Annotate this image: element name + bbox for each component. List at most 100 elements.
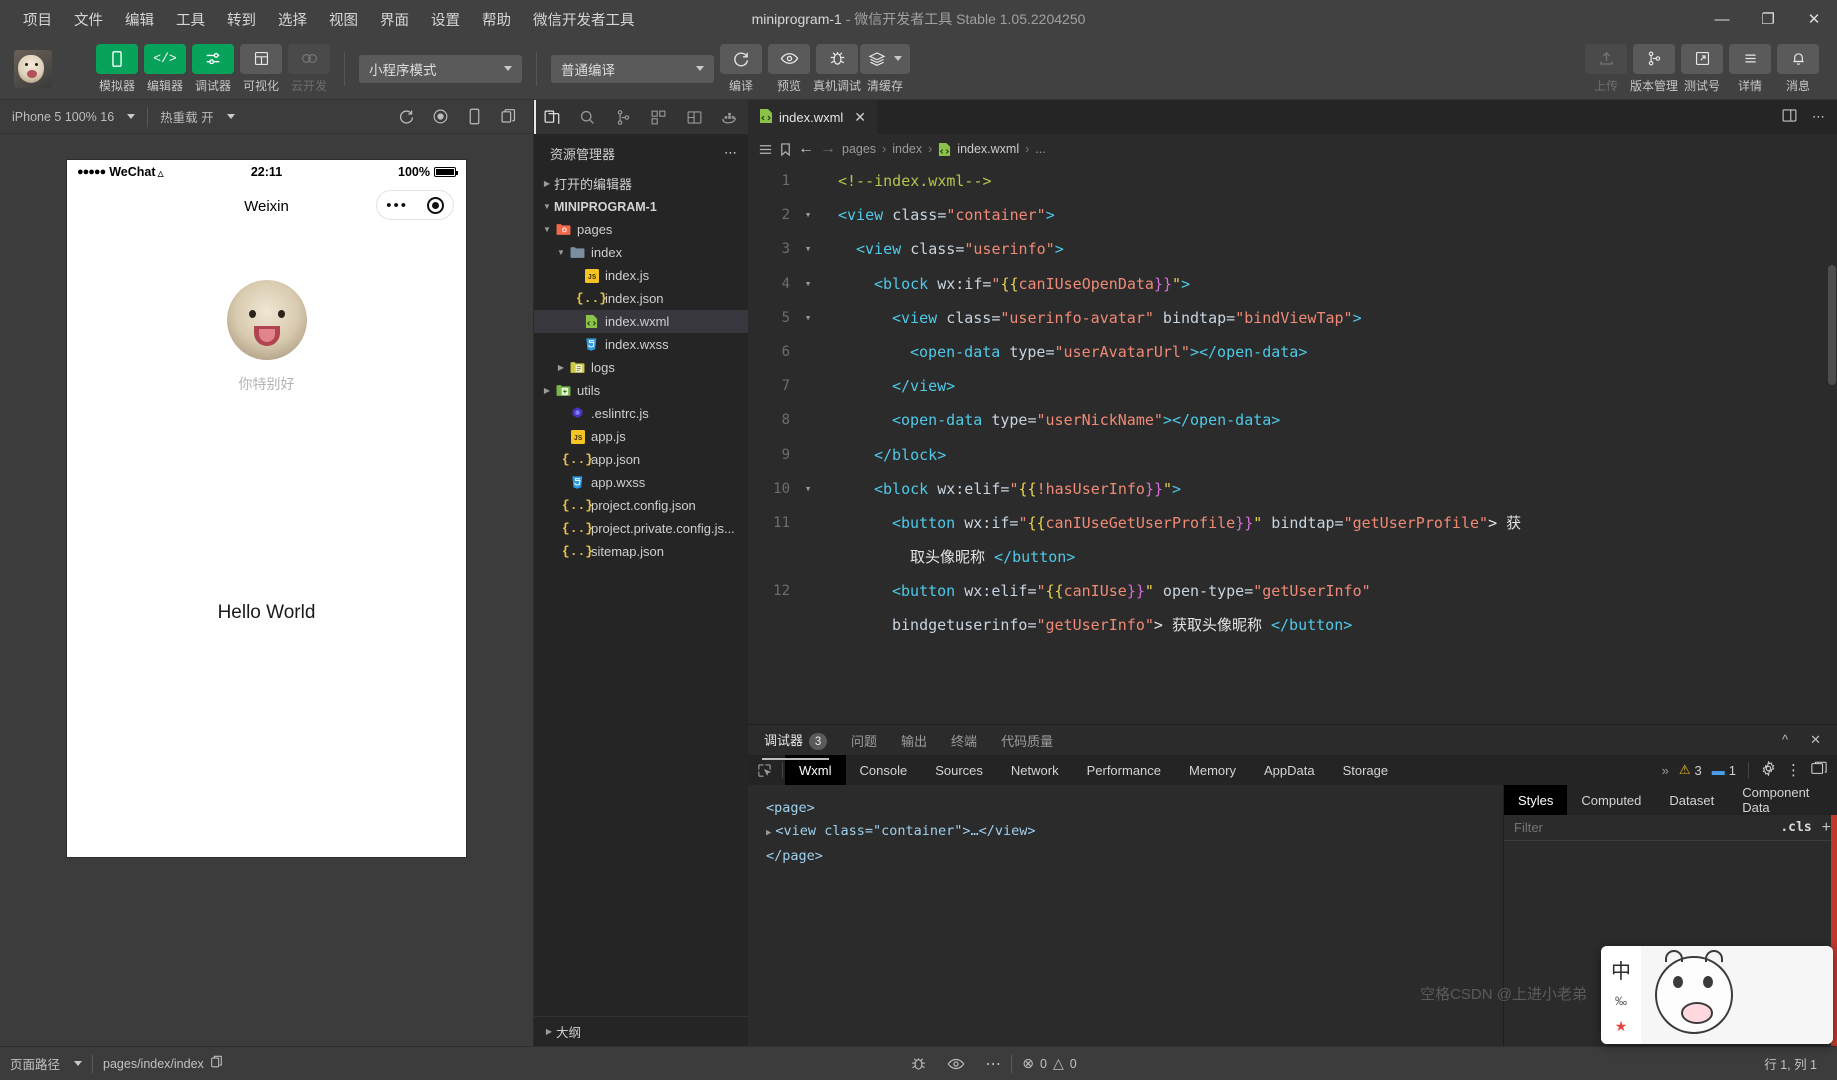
close-icon[interactable]: ✕	[1810, 732, 1821, 748]
toolbar-button-refresh[interactable]: 编译	[720, 43, 762, 94]
search-icon[interactable]	[570, 100, 606, 134]
editor-scrollbar[interactable]	[1827, 164, 1837, 724]
gear-icon[interactable]	[1761, 760, 1776, 779]
toolbar-button-layout[interactable]: 可视化	[240, 43, 282, 94]
toolbar-button-git-branch[interactable]: 版本管理	[1630, 43, 1678, 94]
cursor-position[interactable]: 行 1, 列 1	[1754, 1047, 1837, 1080]
fold-toggle-icon[interactable]	[800, 574, 816, 608]
explorer-more-icon[interactable]: ⋯	[724, 145, 738, 161]
devtools-panel-tab[interactable]: 调试器 3	[762, 724, 830, 760]
outline-list-icon[interactable]	[758, 142, 773, 157]
toolbar-button-code[interactable]: </> 编辑器	[144, 43, 186, 94]
refresh-icon[interactable]	[389, 100, 423, 134]
code-line[interactable]: 6 <open-data type="userAvatarUrl"></open-…	[748, 335, 1837, 369]
tree-folder-row[interactable]: ▶ logs	[534, 356, 748, 379]
ime-floating-panel[interactable]: 中 ‰ ★	[1601, 946, 1833, 1044]
bookmark-icon[interactable]	[779, 142, 792, 157]
ime-punctuation-toggle[interactable]: ‰	[1615, 994, 1627, 1008]
rotate-device-icon[interactable]	[457, 100, 491, 134]
tree-file-row[interactable]: index.wxml	[534, 310, 748, 333]
devtools-tab-console[interactable]: Console	[846, 755, 922, 785]
toolbar-button-debugger[interactable]: 调试器	[192, 43, 234, 94]
tree-file-row[interactable]: .eslintrc.js	[534, 402, 748, 425]
toolbar-button-external-link[interactable]: 测试号	[1681, 43, 1723, 94]
toolbar-button-upload[interactable]: 上传	[1585, 43, 1627, 94]
devtools-tab-appdata[interactable]: AppData	[1250, 755, 1329, 785]
close-button[interactable]: ✕	[1791, 0, 1837, 38]
warning-badge[interactable]: ⚠ 3	[1679, 762, 1702, 778]
breadcrumb-ellipsis[interactable]: ...	[1035, 142, 1045, 156]
code-line[interactable]: bindgetuserinfo="getUserInfo"> 获取头像昵称 </…	[748, 608, 1837, 642]
breadcrumb-pages[interactable]: pages	[842, 142, 876, 156]
toolbar-button-layers[interactable]: 清缓存	[860, 43, 910, 94]
fold-toggle-icon[interactable]: ▾	[800, 472, 816, 506]
tree-file-row[interactable]: JS index.js	[534, 264, 748, 287]
devtools-overflow-icon[interactable]: »	[1662, 763, 1669, 778]
breadcrumb-index[interactable]: index	[892, 142, 922, 156]
wxml-dom-tree[interactable]: <page> ▶ <view class="container">…</view>…	[748, 785, 1503, 1046]
add-rule-icon[interactable]: +	[1822, 819, 1831, 837]
code-line[interactable]: 5 ▾ <view class="userinfo-avatar" bindtap=…	[748, 301, 1837, 335]
tree-open-editors[interactable]: ▶ 打开的编辑器	[534, 172, 748, 195]
tree-file-row[interactable]: index.wxss	[534, 333, 748, 356]
fold-toggle-icon[interactable]	[800, 608, 816, 642]
menu-item-0[interactable]: 项目	[12, 5, 63, 34]
page-path-value-cell[interactable]: pages/index/index	[93, 1047, 233, 1080]
tree-file-row[interactable]: {..} index.json	[534, 287, 748, 310]
source-control-icon[interactable]	[605, 100, 641, 134]
tree-file-row[interactable]: {..} project.config.json	[534, 494, 748, 517]
devtools-panel-tab[interactable]: 代码质量	[999, 725, 1055, 756]
close-icon[interactable]: ✕	[854, 109, 866, 126]
debug-panel-icon[interactable]	[677, 100, 713, 134]
code-line[interactable]: 2 ▾ <view class="container">	[748, 198, 1837, 232]
fold-toggle-icon[interactable]: ▾	[800, 232, 816, 266]
dock-side-icon[interactable]	[1811, 761, 1827, 779]
editor-more-icon[interactable]: ⋯	[1812, 109, 1825, 125]
status-bug-button[interactable]	[900, 1047, 937, 1080]
toolbar-button-menu[interactable]: 详情	[1729, 43, 1771, 94]
styles-tab-component-data[interactable]: Component Data	[1728, 785, 1823, 815]
toolbar-button-phone[interactable]: 模拟器	[96, 43, 138, 94]
fold-toggle-icon[interactable]	[800, 438, 816, 472]
styles-tab-dataset[interactable]: Dataset	[1655, 785, 1728, 815]
tree-folder-row[interactable]: ▶ utils	[534, 379, 748, 402]
docker-icon[interactable]	[712, 100, 748, 134]
page-path-select[interactable]: 页面路径	[0, 1047, 92, 1080]
code-line[interactable]: 9 </block>	[748, 438, 1837, 472]
tree-file-row[interactable]: {..} app.json	[534, 448, 748, 471]
tree-folder-row[interactable]: ▼ pages	[534, 218, 748, 241]
hotreload-select[interactable]: 热重载 开	[148, 100, 246, 134]
record-icon[interactable]	[423, 100, 457, 134]
styles-overflow-icon[interactable]: »	[1823, 785, 1837, 815]
tree-file-row[interactable]: {..} sitemap.json	[534, 540, 748, 563]
chevron-right-icon[interactable]: ▶	[766, 828, 771, 838]
code-line[interactable]: 12 <button wx:elif="{{canIUse}}" open-typ…	[748, 574, 1837, 608]
forward-arrow-icon[interactable]: →	[820, 140, 836, 158]
menu-item-5[interactable]: 选择	[267, 5, 318, 34]
code-line[interactable]: 取头像昵称 </button>	[748, 540, 1837, 574]
devtools-tab-memory[interactable]: Memory	[1175, 755, 1250, 785]
menu-item-2[interactable]: 编辑	[114, 5, 165, 34]
menu-item-3[interactable]: 工具	[165, 5, 216, 34]
code-line[interactable]: 10 ▾ <block wx:elif="{{!hasUserInfo}}">	[748, 472, 1837, 506]
copy-icon[interactable]	[210, 1055, 223, 1072]
split-editor-icon[interactable]	[1781, 107, 1798, 127]
dom-line-root[interactable]: <page>	[766, 797, 1503, 820]
code-line[interactable]: 3 ▾ <view class="userinfo">	[748, 232, 1837, 266]
devtools-panel-tab[interactable]: 终端	[949, 725, 979, 756]
message-badge[interactable]: ▬ 1	[1712, 763, 1736, 778]
back-arrow-icon[interactable]: ←	[798, 140, 814, 158]
code-line[interactable]: 11 <button wx:if="{{canIUseGetUserProfile…	[748, 506, 1837, 540]
code-line[interactable]: 4 ▾ <block wx:if="{{canIUseOpenData}}">	[748, 267, 1837, 301]
devtools-tab-storage[interactable]: Storage	[1329, 755, 1403, 785]
tree-file-row[interactable]: app.wxss	[534, 471, 748, 494]
devtools-tab-performance[interactable]: Performance	[1073, 755, 1175, 785]
mode-select[interactable]: 小程序模式	[359, 54, 522, 83]
user-avatar[interactable]	[14, 49, 52, 88]
fold-toggle-icon[interactable]: ▾	[800, 301, 816, 335]
fold-toggle-icon[interactable]	[800, 164, 816, 198]
close-circle-icon[interactable]	[426, 196, 444, 214]
editor-tab-index-wxml[interactable]: index.wxml ✕	[748, 100, 879, 134]
multi-window-icon[interactable]	[491, 100, 525, 134]
fold-toggle-icon[interactable]	[800, 540, 816, 574]
